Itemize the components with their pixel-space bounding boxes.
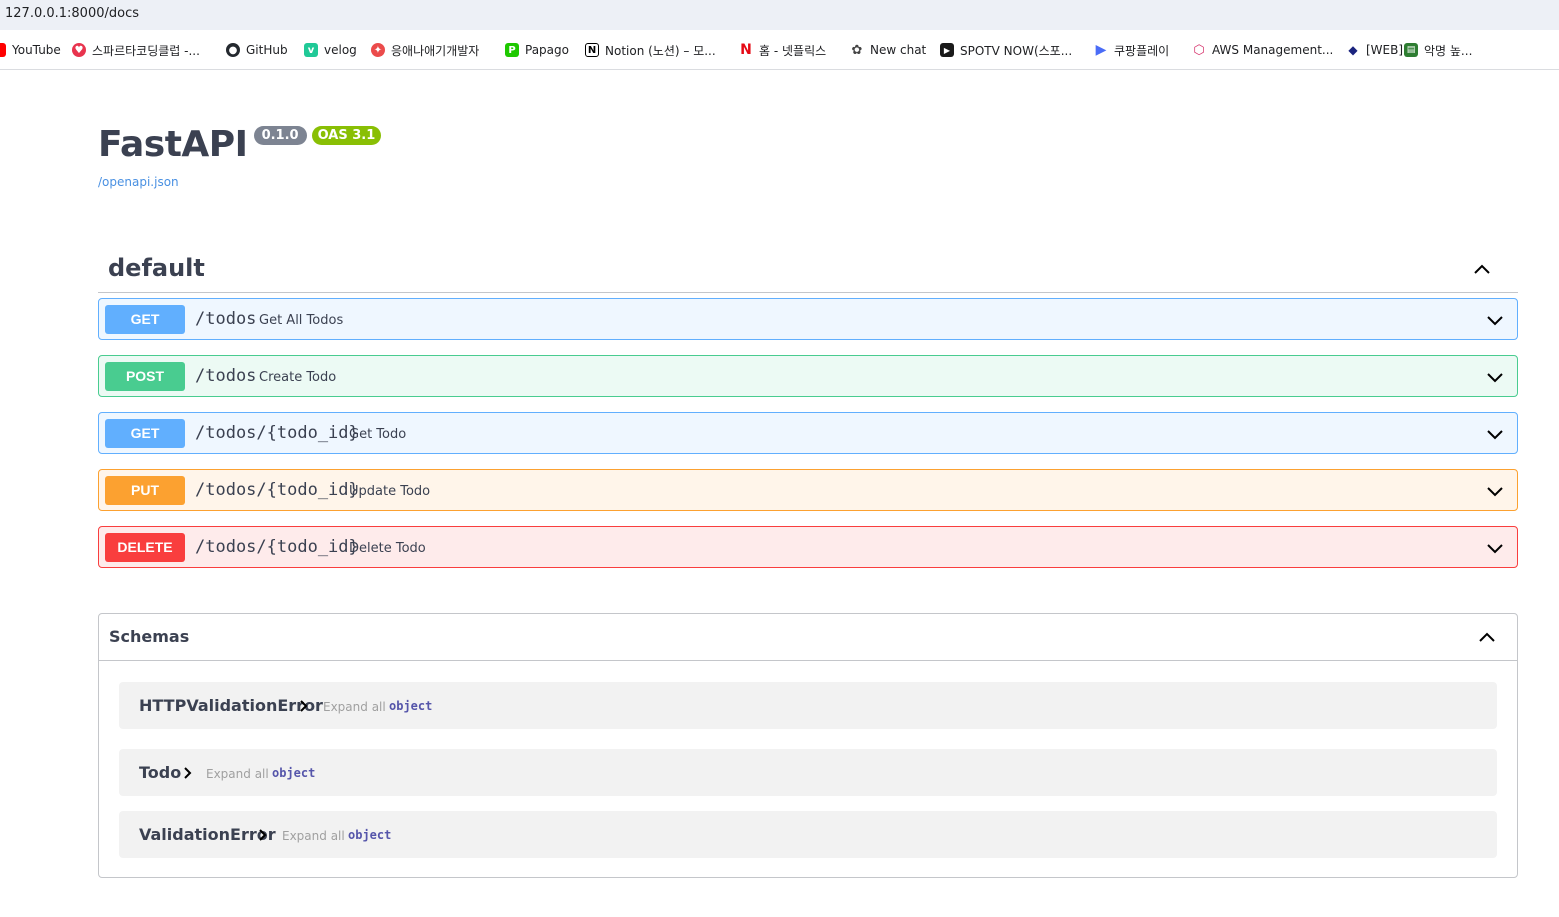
bookmark-chatgpt[interactable]: ✿ New chat (850, 42, 927, 58)
bookmark-aws[interactable]: ⬡ AWS Management... (1192, 42, 1333, 58)
chevron-down-icon[interactable] (1485, 481, 1505, 501)
chevron-down-icon[interactable] (1485, 367, 1505, 387)
chevron-down-icon[interactable] (1485, 310, 1505, 330)
github-icon: ● (226, 43, 240, 57)
schemas-title: Schemas (109, 627, 190, 646)
openapi-json-link[interactable]: /openapi.json (98, 175, 179, 189)
bookmark-github[interactable]: ● GitHub (226, 42, 288, 58)
notion-icon: N (585, 43, 599, 57)
bookmark-coupangplay[interactable]: ▶ 쿠팡플레이 (1094, 42, 1170, 58)
coupangplay-icon: ▶ (1095, 42, 1107, 58)
youtube-icon (0, 43, 6, 57)
operation-path: /todos/{todo_id} (195, 537, 359, 557)
sparta-icon: ♥ (72, 43, 86, 57)
model-validationerror[interactable]: ValidationError Expand all object (119, 811, 1497, 858)
model-name[interactable]: ValidationError (139, 825, 276, 844)
method-badge: POST (105, 362, 185, 391)
operation-summary: Get All Todos (259, 313, 344, 328)
chevron-right-icon[interactable] (258, 828, 268, 842)
page-title: FastAPI (98, 124, 248, 165)
operation-delete-todo[interactable]: DELETE /todos/{todo_id} Delete Todo (98, 526, 1518, 568)
model-type: object (348, 828, 392, 842)
bookmark-sparta[interactable]: ♥ 스파르타코딩클럽 -... (72, 42, 200, 58)
method-badge: GET (105, 419, 185, 448)
operation-summary: Create Todo (259, 370, 337, 385)
bookmark-velog[interactable]: v velog (304, 42, 357, 58)
operation-path: /todos/{todo_id} (195, 423, 359, 443)
model-name[interactable]: HTTPValidationError (139, 696, 323, 715)
model-name[interactable]: Todo (139, 763, 181, 782)
spotv-icon: ▶ (940, 43, 954, 57)
operation-summary: Update Todo (349, 484, 431, 499)
expand-all-button[interactable]: Expand all (282, 829, 345, 843)
schemas-section: Schemas HTTPValidationError Expand all o… (98, 613, 1518, 878)
operation-get-todos[interactable]: GET /todos Get All Todos (98, 298, 1518, 340)
web-icon: ◆ (1348, 43, 1358, 57)
tistory-icon: ✦ (371, 43, 385, 57)
bookmark-spotv[interactable]: ▶ SPOTV NOW(스포... (940, 42, 1072, 58)
expand-all-button[interactable]: Expand all (206, 767, 269, 781)
bookmark-tistory[interactable]: ✦ 응애나애기개발자 (371, 42, 479, 58)
schemas-header[interactable]: Schemas (99, 614, 1517, 661)
model-type: object (389, 699, 433, 713)
velog-icon: v (304, 43, 318, 57)
bookmark-netflix[interactable]: N 홈 - 넷플릭스 (739, 42, 826, 58)
operation-summary: Delete Todo (349, 541, 426, 556)
method-badge: PUT (105, 476, 185, 505)
version-badge: 0.1.0 (253, 126, 307, 145)
bookmark-notion[interactable]: N Notion (노션) – 모... (585, 42, 716, 58)
operation-get-todo[interactable]: GET /todos/{todo_id} Get Todo (98, 412, 1518, 454)
bookmark-papago[interactable]: P Papago (505, 42, 569, 58)
sheet-icon: ▤ (1404, 43, 1418, 57)
api-info: FastAPI 0.1.0 OAS 3.1 (98, 124, 382, 165)
aws-icon: ⬡ (1193, 42, 1205, 58)
method-badge: GET (105, 305, 185, 334)
chevron-right-icon[interactable] (183, 766, 193, 780)
chevron-up-icon[interactable] (1472, 259, 1492, 279)
oas-badge: OAS 3.1 (311, 126, 382, 145)
chatgpt-icon: ✿ (851, 42, 863, 58)
papago-icon: P (505, 43, 519, 57)
chevron-down-icon[interactable] (1485, 424, 1505, 444)
chevron-up-icon[interactable] (1477, 627, 1497, 647)
model-todo[interactable]: Todo Expand all object (119, 749, 1497, 796)
method-badge: DELETE (105, 533, 185, 562)
bookmark-sheet[interactable]: ▤ 악명 높... (1404, 42, 1472, 58)
operation-summary: Get Todo (349, 427, 407, 442)
operation-path: /todos (195, 366, 257, 386)
expand-all-button[interactable]: Expand all (323, 700, 386, 714)
operation-path: /todos/{todo_id} (195, 480, 359, 500)
url-text[interactable]: 127.0.0.1:8000/docs (5, 6, 139, 21)
operation-put-todo[interactable]: PUT /todos/{todo_id} Update Todo (98, 469, 1518, 511)
model-type: object (272, 766, 316, 780)
bookmark-web[interactable]: ◆ [WEB] (1346, 42, 1403, 58)
tag-name: default (108, 254, 205, 282)
bookmarks-bar: YouTube ♥ 스파르타코딩클럽 -... ● GitHub v velog… (0, 30, 1559, 70)
tag-section-default[interactable]: default (98, 245, 1518, 293)
model-httpvalidationerror[interactable]: HTTPValidationError Expand all object (119, 682, 1497, 729)
operation-post-todos[interactable]: POST /todos Create Todo (98, 355, 1518, 397)
chevron-right-icon[interactable] (299, 699, 309, 713)
operation-path: /todos (195, 309, 257, 329)
netflix-icon: N (740, 42, 752, 58)
address-bar[interactable]: 127.0.0.1:8000/docs (0, 0, 1559, 30)
bookmark-youtube[interactable]: YouTube (0, 42, 61, 58)
chevron-down-icon[interactable] (1485, 538, 1505, 558)
